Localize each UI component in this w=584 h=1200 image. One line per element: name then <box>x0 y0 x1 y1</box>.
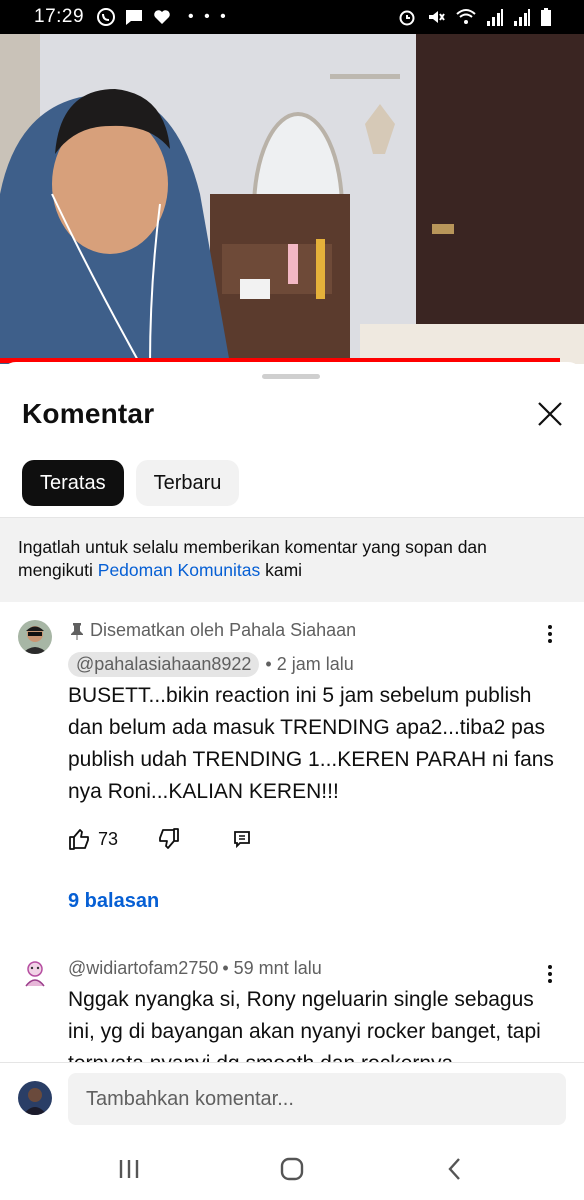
notice-text-after: kami <box>260 560 303 580</box>
comment-author[interactable]: @pahalasiahaan8922 <box>68 652 260 677</box>
tab-top[interactable]: Teratas <box>22 460 124 506</box>
whatsapp-icon <box>97 8 116 26</box>
comment-thread: Disematkan oleh Pahala Siahaan @pahalasi… <box>0 602 584 942</box>
comment-meta: @pahalasiahaan8922 • 2 jam lalu <box>68 652 354 677</box>
reply-button[interactable] <box>232 829 252 849</box>
community-notice: Ingatlah untuk selalu memberikan komenta… <box>0 518 584 602</box>
close-icon[interactable] <box>534 398 566 430</box>
like-button[interactable]: 73 <box>68 828 118 850</box>
signal-icon <box>487 9 503 26</box>
comment-meta: @widiartofam2750 • 59 mnt lalu <box>68 958 322 979</box>
like-count: 73 <box>98 828 119 849</box>
comment-thread: @widiartofam2750 • 59 mnt lalu Nggak nya… <box>0 942 584 1075</box>
message-icon <box>126 10 143 25</box>
status-bar: 17:29 • • • <box>0 0 584 34</box>
comment-time: • 59 mnt lalu <box>222 958 322 978</box>
home-icon[interactable] <box>277 1154 307 1184</box>
avatar[interactable] <box>18 956 52 990</box>
comment-author[interactable]: @widiartofam2750 <box>68 958 218 979</box>
battery-icon <box>541 8 551 26</box>
pinned-text: Disematkan oleh Pahala Siahaan <box>90 620 357 640</box>
avatar[interactable] <box>18 620 52 654</box>
back-icon[interactable] <box>440 1154 470 1184</box>
comment-actions: 73 <box>68 828 252 850</box>
heart-icon <box>154 10 170 24</box>
pinned-label: Disematkan oleh Pahala Siahaan <box>70 620 356 641</box>
alarm-icon <box>399 10 415 26</box>
notice-text: Ingatlah untuk selalu memberikan komenta… <box>18 536 558 582</box>
add-comment-bar: Tambahkan komentar... <box>0 1062 584 1139</box>
recent-apps-icon[interactable] <box>114 1154 144 1184</box>
video-frame-image <box>0 34 584 364</box>
more-vert-icon[interactable] <box>538 622 562 646</box>
sort-tabs: Teratas Terbaru <box>22 460 240 506</box>
thumbs-down-icon <box>159 828 179 849</box>
view-replies-link[interactable]: 9 balasan <box>68 890 159 913</box>
wifi-icon <box>456 9 476 24</box>
add-comment-input[interactable]: Tambahkan komentar... <box>68 1073 566 1125</box>
sheet-drag-handle[interactable] <box>262 374 320 379</box>
comment-text: BUSETT...bikin reaction ini 5 jam sebelu… <box>68 684 554 803</box>
sheet-title: Komentar <box>22 398 155 429</box>
thumbs-up-icon <box>69 829 89 850</box>
reply-icon <box>234 831 250 849</box>
avatar[interactable] <box>18 1081 52 1115</box>
signal-icon <box>514 9 530 26</box>
more-vert-icon[interactable] <box>538 962 562 986</box>
video-player[interactable] <box>0 34 584 364</box>
system-nav-bar <box>0 1138 584 1200</box>
community-guidelines-link[interactable]: Pedoman Komunitas <box>98 560 260 580</box>
clock: 17:29 <box>34 6 85 27</box>
mute-icon <box>429 11 445 23</box>
more-notifications-dots: • • • <box>188 8 229 25</box>
pin-icon <box>71 622 83 640</box>
dislike-button[interactable] <box>156 828 180 850</box>
tab-newest[interactable]: Terbaru <box>135 460 240 506</box>
comment-time: • 2 jam lalu <box>265 654 354 674</box>
